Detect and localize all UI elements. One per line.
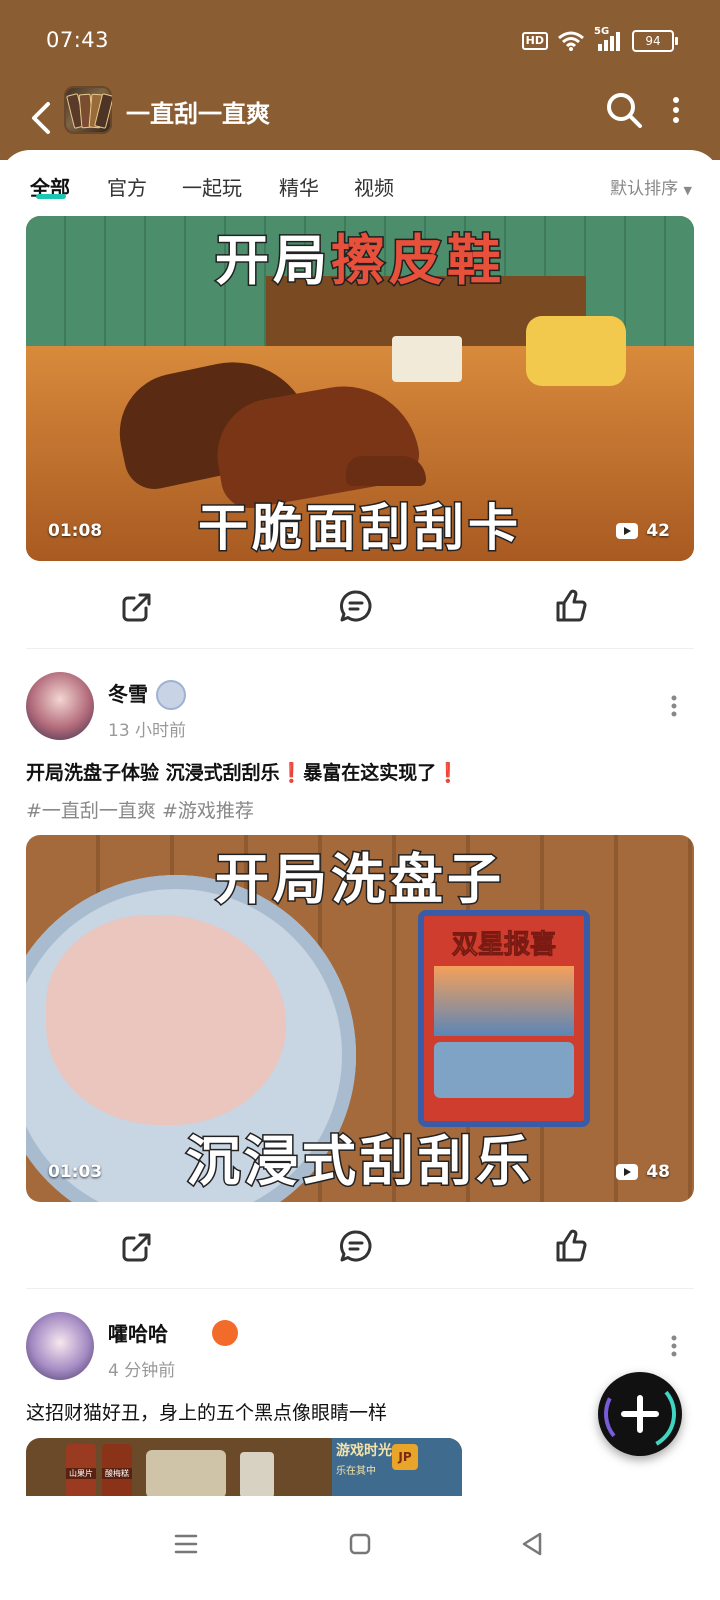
video-title-top-part2: 擦皮鞋 xyxy=(330,228,505,294)
post-more-icon[interactable] xyxy=(666,694,682,718)
game-console xyxy=(240,1452,274,1498)
tab-video[interactable]: 视频 xyxy=(354,172,394,201)
avatar[interactable] xyxy=(26,672,94,740)
status-icons: HD 5G 94 xyxy=(521,26,678,52)
post-actions xyxy=(0,578,720,638)
content-sheet: 全部 官方 一起玩 精华 视频 默认排序 ▼ 开局擦皮鞋 干脆面刮刮卡 01:0… xyxy=(0,150,720,1530)
home-icon[interactable] xyxy=(340,1524,380,1564)
video-views: 48 xyxy=(616,1162,670,1182)
video-title-top: 开局洗盘子 xyxy=(214,847,505,913)
sort-dropdown[interactable]: 默认排序 ▼ xyxy=(610,174,692,199)
jackpot-tile: JP xyxy=(392,1444,418,1470)
post-divider xyxy=(26,1288,694,1289)
system-navigation-bar xyxy=(0,1496,720,1600)
post-time: 4 分钟前 xyxy=(108,1361,176,1381)
poster-title: 游戏时光 xyxy=(336,1443,392,1459)
hd-icon: HD xyxy=(521,32,548,50)
author-name[interactable]: 嚯哈哈 xyxy=(108,1318,168,1347)
tab-play-together[interactable]: 一起玩 xyxy=(182,172,242,201)
jar-2-label: 酸梅糕 xyxy=(102,1468,132,1479)
book xyxy=(392,336,462,382)
create-post-button[interactable] xyxy=(598,1372,682,1456)
menu-icon[interactable] xyxy=(166,1524,206,1564)
small-shoes xyxy=(346,456,426,486)
post-text[interactable]: 开局洗盘子体验 沉浸式刮刮乐❗️暴富在这实现了❗️ xyxy=(26,758,460,785)
signal-icon: 5G xyxy=(594,26,622,52)
tab-official[interactable]: 官方 xyxy=(107,172,147,201)
plus-icon xyxy=(604,1378,676,1450)
tab-featured[interactable]: 精华 xyxy=(279,172,319,201)
search-icon[interactable] xyxy=(604,90,644,130)
poster-subtitle: 乐在其中 xyxy=(336,1466,376,1477)
video-view-count: 48 xyxy=(646,1162,670,1182)
video-duration: 01:08 xyxy=(48,521,103,541)
avatar[interactable] xyxy=(26,1312,94,1380)
comment-icon[interactable] xyxy=(336,586,376,626)
radio xyxy=(146,1450,226,1498)
card-scratch-area xyxy=(434,1042,574,1098)
group-title: 一直刮一直爽 xyxy=(126,100,270,128)
like-icon[interactable] xyxy=(550,1226,590,1266)
card-mountain xyxy=(434,966,574,1036)
tab-active-indicator xyxy=(36,194,66,199)
video-title-top-part1: 开局 xyxy=(214,228,331,294)
post-time: 13 小时前 xyxy=(108,721,187,741)
post-tags[interactable]: #一直刮一直爽 #游戏推荐 xyxy=(26,796,254,823)
like-icon[interactable] xyxy=(550,586,590,626)
game-badge-icon xyxy=(212,1320,238,1346)
level-badge-icon xyxy=(156,680,186,710)
chevron-down-icon: ▼ xyxy=(683,184,692,197)
play-icon xyxy=(616,523,639,539)
jar-1-label: 山果片 xyxy=(66,1468,96,1479)
video-title-bottom: 干脆面刮刮卡 xyxy=(197,498,522,559)
telephone xyxy=(526,316,626,386)
post-actions xyxy=(0,1218,720,1278)
video-thumbnail[interactable]: 双星报喜 开局洗盘子 沉浸式刮刮乐 01:03 48 xyxy=(26,835,694,1202)
more-options-icon[interactable] xyxy=(666,92,686,128)
scratch-card-title: 双星报喜 xyxy=(451,930,556,961)
comment-icon[interactable] xyxy=(336,1226,376,1266)
tab-bar: 全部 官方 一起玩 精华 视频 默认排序 ▼ xyxy=(0,150,720,220)
author-name[interactable]: 冬雪 xyxy=(108,678,148,707)
video-title-bottom: 沉浸式刮刮乐 xyxy=(185,1129,534,1195)
video-duration: 01:03 xyxy=(48,1162,103,1182)
wifi-icon xyxy=(558,31,584,51)
post-image[interactable]: 山果片 酸梅糕 游戏时光 乐在其中 JP xyxy=(26,1438,462,1498)
post-text[interactable]: 这招财猫好丑，身上的五个黑点像眼睛一样 xyxy=(26,1398,387,1425)
status-time: 07:43 xyxy=(46,28,110,52)
video-view-count: 42 xyxy=(646,521,670,541)
post-more-icon[interactable] xyxy=(666,1334,682,1358)
play-icon xyxy=(616,1164,639,1180)
scratch-card: 双星报喜 xyxy=(418,910,590,1127)
video-views: 42 xyxy=(616,521,670,541)
share-icon[interactable] xyxy=(116,1226,156,1266)
back-icon[interactable] xyxy=(512,1524,552,1564)
app-bar: 一直刮一直爽 xyxy=(0,80,720,160)
post-divider xyxy=(26,648,694,649)
video-thumbnail[interactable]: 开局擦皮鞋 干脆面刮刮卡 01:08 42 xyxy=(26,216,694,561)
video-title-top: 开局擦皮鞋 xyxy=(26,216,694,295)
battery-indicator: 94 xyxy=(632,30,678,52)
status-bar: 07:43 HD 5G 94 xyxy=(0,0,720,80)
back-arrow-icon[interactable] xyxy=(24,94,64,142)
share-icon[interactable] xyxy=(116,586,156,626)
sort-label: 默认排序 xyxy=(610,179,679,199)
group-avatar[interactable] xyxy=(64,86,112,134)
